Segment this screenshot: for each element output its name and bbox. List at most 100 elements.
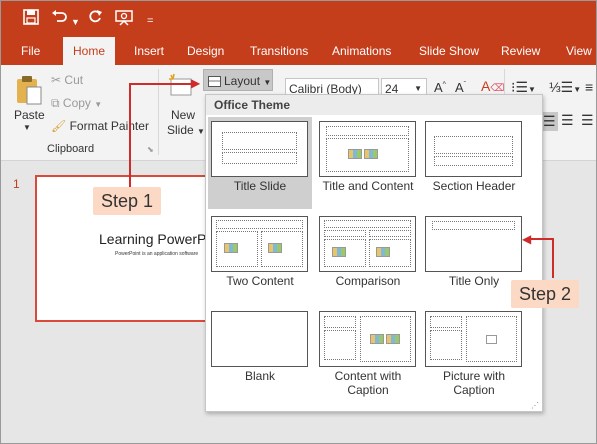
clipboard-icon — [17, 76, 42, 105]
content-icons — [376, 247, 390, 257]
layout-two-content[interactable]: Two Content — [208, 212, 312, 304]
title-placeholder — [222, 132, 297, 150]
align-center-icon[interactable]: ☰ — [561, 112, 574, 129]
layout-label: Layout — [224, 74, 261, 88]
layout-content-with-caption[interactable]: Content with Caption — [316, 307, 420, 399]
step1-callout: Step 1 — [93, 187, 162, 215]
slide-number: 1 — [13, 177, 20, 191]
quick-access-toolbar: ▼ = — [1, 1, 596, 37]
title-placeholder — [434, 136, 513, 154]
presentation-icon[interactable] — [115, 9, 133, 33]
tab-design[interactable]: Design — [187, 37, 224, 65]
save-icon[interactable] — [23, 9, 39, 31]
new-slide-icon[interactable] — [167, 73, 193, 102]
title-placeholder — [432, 221, 515, 230]
content-icons — [332, 247, 346, 257]
layout-blank[interactable]: Blank — [208, 307, 312, 399]
layout-title-slide[interactable]: Title Slide — [208, 117, 312, 209]
resize-grip-icon[interactable]: ⋰ — [531, 401, 539, 410]
customize-qat-icon[interactable]: = — [147, 11, 153, 31]
content-icons — [268, 243, 282, 253]
picture-with-caption-thumbnail — [425, 311, 522, 367]
cut-button[interactable]: ✂ Cut — [51, 73, 83, 87]
content-icons — [370, 334, 384, 344]
align-left-icon[interactable]: ☰ — [541, 112, 558, 131]
title-only-thumbnail — [425, 216, 522, 272]
dialog-launcher-icon[interactable]: ⬊ — [147, 145, 154, 154]
layout-gallery: Office Theme Title Slide Title and Conte… — [205, 94, 543, 412]
step2-connector-line — [552, 238, 554, 278]
redo-icon[interactable] — [87, 9, 103, 31]
heading-placeholder-right — [369, 230, 411, 237]
grow-font-icon[interactable]: A^ — [434, 80, 446, 95]
copy-label: Copy — [62, 96, 91, 110]
layout-section-header[interactable]: Section Header — [422, 117, 526, 209]
format-painter-button[interactable]: 🖌 Format Painter — [51, 119, 149, 133]
layout-title-and-content[interactable]: Title and Content — [316, 117, 420, 209]
layout-label: Section Header — [432, 179, 516, 193]
line-spacing-icon[interactable]: ≡ — [585, 79, 593, 95]
content-icons — [364, 149, 378, 159]
clear-formatting-icon[interactable]: A⌫ — [481, 78, 504, 94]
paste-dropdown-icon[interactable]: ▼ — [23, 123, 31, 132]
layout-dropdown-icon: ▼ — [263, 78, 272, 87]
copy-button[interactable]: ⧉ Copy ▼ — [51, 96, 102, 111]
content-icons — [224, 243, 238, 253]
layout-label: Content with Caption — [334, 369, 402, 397]
tab-animations[interactable]: Animations — [332, 37, 391, 65]
undo-icon[interactable] — [51, 9, 69, 31]
step1-arrow-icon: ▶ — [191, 76, 201, 90]
step1-connector-line-h — [129, 83, 193, 85]
tab-view[interactable]: View — [566, 37, 592, 65]
title-placeholder — [324, 316, 356, 328]
shrink-font-icon[interactable]: Aˇ — [455, 80, 466, 95]
gallery-header: Office Theme — [206, 95, 542, 115]
content-icons — [386, 334, 400, 344]
step2-connector-line-h — [531, 238, 554, 240]
content-with-caption-thumbnail — [319, 311, 416, 367]
slide-title[interactable]: Learning PowerPo — [99, 231, 214, 247]
content-icons — [348, 149, 362, 159]
align-right-icon[interactable]: ☰ — [581, 112, 594, 129]
slide-subtitle[interactable]: PowerPoint is an application software — [115, 251, 198, 257]
tab-insert[interactable]: Insert — [134, 37, 164, 65]
layout-comparison[interactable]: Comparison — [316, 212, 420, 304]
tab-home[interactable]: Home — [63, 37, 116, 65]
text-placeholder — [434, 156, 513, 166]
format-painter-label: Format Painter — [69, 119, 149, 133]
step2-arrow-icon: ◀ — [522, 232, 532, 246]
powerpoint-window: ▼ = File Home Insert Design Transitions … — [0, 0, 597, 444]
new-slide-dropdown-icon: ▼ — [197, 127, 205, 136]
scissors-icon: ✂ — [51, 73, 62, 87]
two-content-thumbnail — [211, 216, 308, 272]
section-header-thumbnail — [425, 121, 522, 177]
layout-button[interactable]: Layout ▼ — [203, 69, 273, 91]
heading-placeholder-left — [324, 230, 366, 237]
paste-label[interactable]: Paste — [14, 108, 45, 122]
group-divider — [158, 69, 159, 155]
layout-picture-with-caption[interactable]: Picture with Caption — [422, 307, 526, 399]
layout-label: Title Slide — [233, 179, 287, 193]
numbering-icon[interactable]: ⅓☰▼ — [549, 79, 581, 96]
title-slide-thumbnail — [211, 121, 308, 177]
layout-label: Picture with Caption — [442, 369, 506, 397]
tab-review[interactable]: Review — [501, 37, 540, 65]
undo-dropdown-icon[interactable]: ▼ — [71, 12, 80, 32]
title-and-content-thumbnail — [319, 121, 416, 177]
ribbon-tabs: File Home Insert Design Transitions Anim… — [1, 37, 596, 65]
copy-icon: ⧉ — [51, 96, 60, 110]
tab-slide-show[interactable]: Slide Show — [419, 37, 479, 65]
title-placeholder — [324, 220, 411, 228]
new-slide-label-2[interactable]: Slide ▼ — [167, 123, 205, 137]
layout-label: Comparison — [335, 274, 401, 288]
title-placeholder — [430, 316, 462, 328]
layout-icon — [208, 76, 221, 88]
new-slide-label-text: Slide — [167, 123, 194, 137]
tab-file[interactable]: File — [21, 37, 40, 65]
paste-button[interactable] — [15, 75, 43, 108]
paintbrush-icon: 🖌 — [51, 119, 67, 133]
tab-transitions[interactable]: Transitions — [250, 37, 308, 65]
caption-placeholder — [324, 330, 356, 360]
new-slide-label[interactable]: New — [171, 108, 195, 122]
layout-label: Blank — [244, 369, 276, 383]
